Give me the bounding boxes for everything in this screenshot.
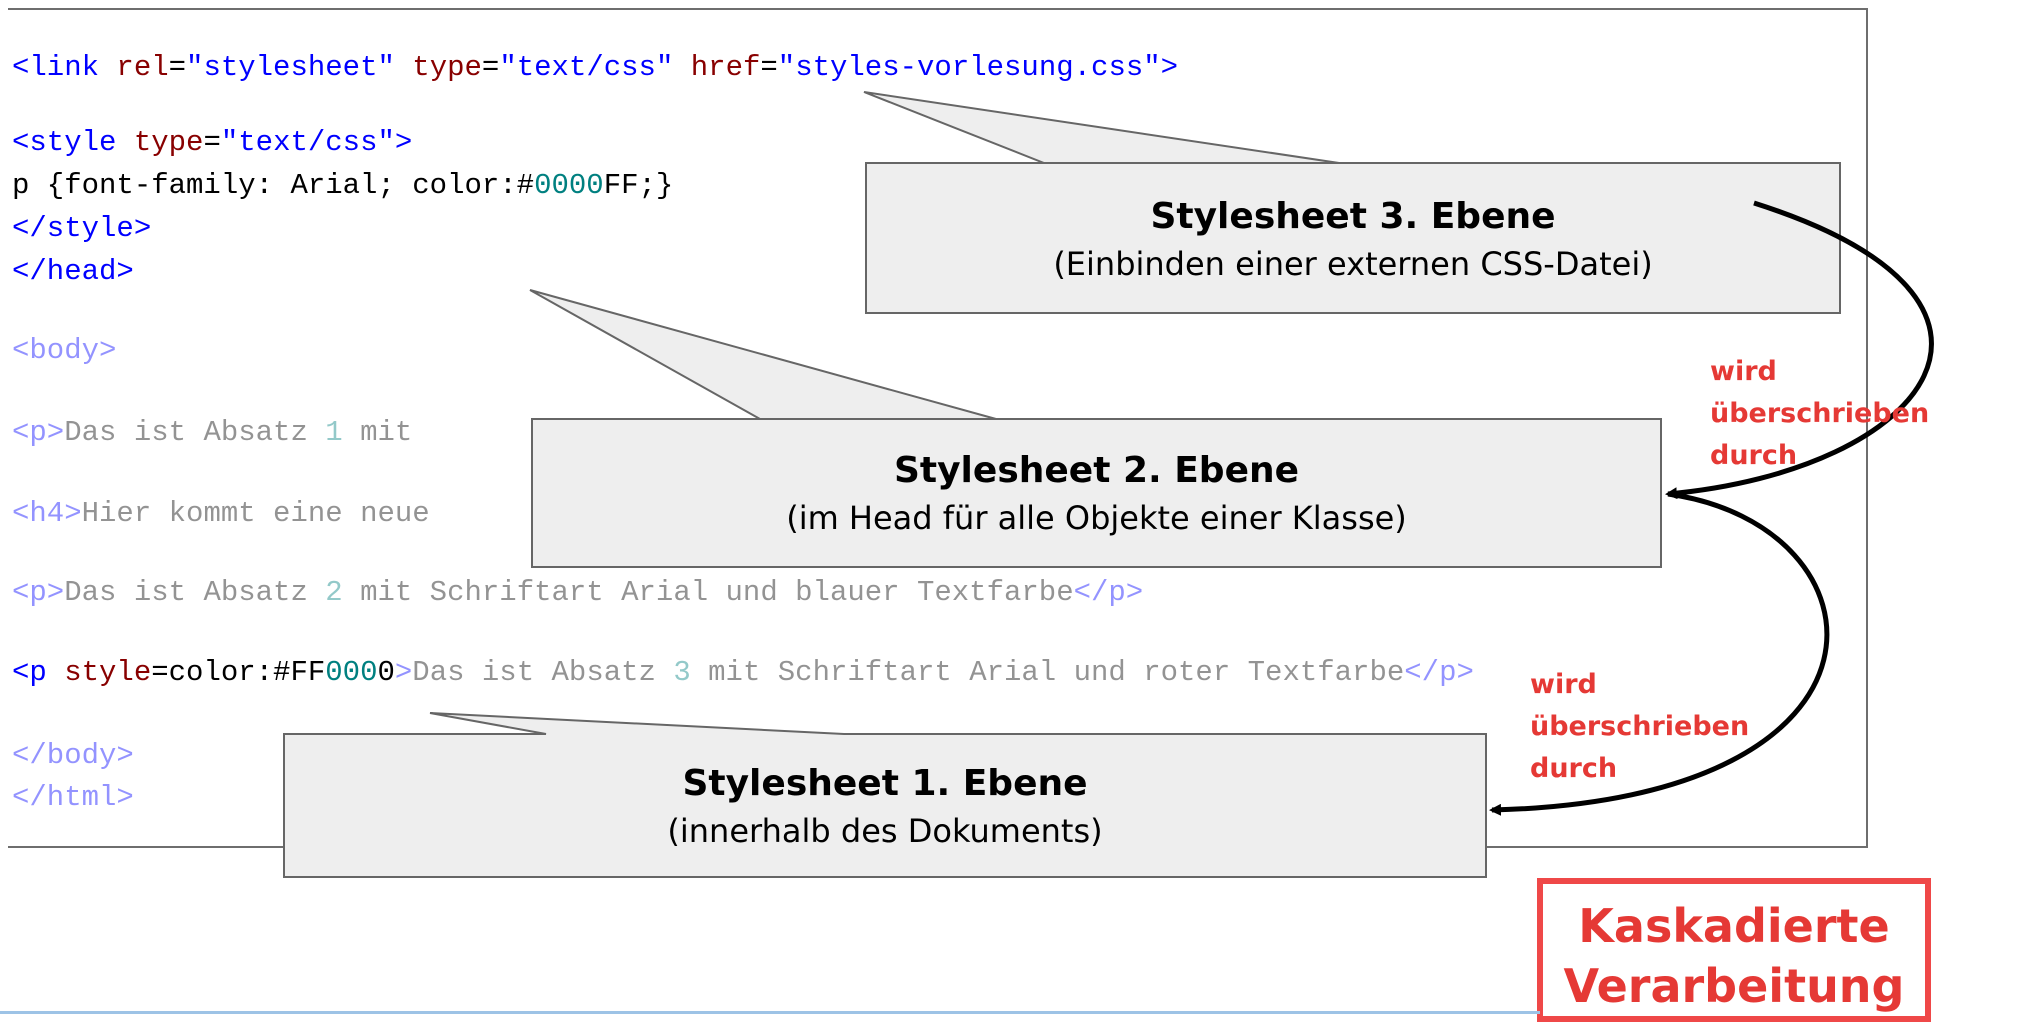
code-line: </html> bbox=[12, 780, 134, 816]
code-token: href bbox=[690, 51, 761, 84]
code-token: Hier kommt eine neue bbox=[81, 497, 430, 530]
upper-label-line: wird bbox=[1710, 356, 1777, 387]
upper-label-line: überschrieben bbox=[1710, 398, 1930, 429]
code-line: <h4>Hier kommt eine neue bbox=[12, 496, 430, 532]
code-token: = bbox=[760, 51, 778, 84]
code-token: <p bbox=[12, 656, 65, 689]
code-token: <h4> bbox=[12, 497, 82, 530]
code-line: p {font-family: Arial; color:#0000FF;} bbox=[12, 168, 673, 204]
code-token: type bbox=[133, 126, 204, 159]
code-token: </p> bbox=[1073, 576, 1144, 609]
code-token: mit Schriftart Arial und blauer Textfarb… bbox=[342, 576, 1074, 609]
code-line: </style> bbox=[12, 211, 151, 247]
code-token: <style bbox=[12, 126, 134, 159]
code-token: Das ist Absatz bbox=[64, 576, 326, 609]
code-token: = bbox=[203, 126, 221, 159]
cascade-line2: Verarbeitung bbox=[1563, 959, 1905, 1013]
code-token: 1 bbox=[325, 416, 343, 449]
lower-label-line: wird bbox=[1530, 669, 1597, 700]
code-token: > bbox=[394, 656, 413, 689]
code-token: rel bbox=[116, 51, 169, 84]
code-token: 0000 bbox=[534, 169, 604, 202]
code-token: "styles-vorlesung.css" bbox=[777, 51, 1161, 84]
level3-subtitle: (Einbinden einer externen CSS-Datei) bbox=[1053, 245, 1653, 283]
code-token: Das ist Absatz bbox=[64, 416, 326, 449]
code-token: </p> bbox=[1404, 656, 1474, 689]
code-line: </body> bbox=[12, 738, 134, 774]
code-token: =color:#FF bbox=[151, 656, 326, 689]
level3-text: Stylesheet 3. Ebene (Einbinden einer ext… bbox=[866, 193, 1840, 287]
code-line: <style type="text/css"> bbox=[12, 125, 412, 161]
code-token: > bbox=[394, 126, 413, 159]
code-token: style bbox=[64, 656, 152, 689]
code-token: p {font-family: Arial; color:# bbox=[12, 169, 535, 202]
code-token: 3 bbox=[673, 656, 691, 689]
code-token: 2 bbox=[325, 576, 343, 609]
cascade-box: Kaskadierte Verarbeitung bbox=[1537, 878, 1931, 1022]
code-line: </head> bbox=[12, 254, 134, 290]
code-token: </style> bbox=[12, 212, 152, 245]
level3-title: Stylesheet 3. Ebene bbox=[1150, 196, 1556, 237]
code-line: <p style=color:#FF0000>Das ist Absatz 3 … bbox=[12, 655, 1474, 691]
code-token: mit bbox=[342, 416, 413, 449]
level2-title: Stylesheet 2. Ebene bbox=[893, 450, 1300, 491]
level2-subtitle: (im Head für alle Objekte einer Klasse) bbox=[786, 499, 1407, 537]
level1-title: Stylesheet 1. Ebene bbox=[682, 763, 1088, 804]
upper-label-line: durch bbox=[1710, 440, 1798, 471]
code-token: = bbox=[168, 51, 187, 84]
lower-label-line: überschrieben bbox=[1530, 711, 1750, 742]
lower-arrow-label: wird überschrieben durch bbox=[1530, 664, 1749, 790]
code-token: 000 bbox=[325, 656, 378, 689]
code-token: </body> bbox=[12, 739, 134, 772]
code-token: type bbox=[412, 51, 482, 84]
code-token: "text/css" bbox=[220, 126, 395, 159]
code-line: <p>Das ist Absatz 2 mit Schriftart Arial… bbox=[12, 575, 1143, 611]
code-token: </head> bbox=[12, 255, 134, 288]
level1-text: Stylesheet 1. Ebene (innerhalb des Dokum… bbox=[284, 760, 1486, 854]
code-token: </html> bbox=[12, 781, 134, 814]
level1-subtitle: (innerhalb des Dokuments) bbox=[667, 812, 1103, 850]
code-token: FF;} bbox=[603, 169, 674, 202]
code-line: <p>Das ist Absatz 1 mit bbox=[12, 415, 412, 451]
code-token: "stylesheet" bbox=[186, 51, 413, 84]
level2-text: Stylesheet 2. Ebene (im Head für alle Ob… bbox=[532, 447, 1661, 541]
code-line: <link rel="stylesheet" type="text/css" h… bbox=[12, 50, 1178, 86]
code-token: > bbox=[1160, 51, 1179, 84]
code-token: <p> bbox=[12, 576, 65, 609]
upper-arrow-label: wird überschrieben durch bbox=[1710, 351, 1929, 477]
bottom-rule bbox=[0, 1011, 1540, 1014]
code-token: = bbox=[481, 51, 500, 84]
code-token: "text/css" bbox=[499, 51, 691, 84]
code-line: <body> bbox=[12, 333, 116, 369]
code-token: <body> bbox=[12, 334, 117, 367]
code-token: <link bbox=[12, 51, 117, 84]
lower-label-line: durch bbox=[1530, 753, 1618, 784]
code-token: Das ist Absatz bbox=[412, 656, 674, 689]
code-token: <p> bbox=[12, 416, 65, 449]
cascade-line1: Kaskadierte bbox=[1578, 899, 1890, 953]
code-token: mit Schriftart Arial und roter Textfarbe bbox=[690, 656, 1405, 689]
code-token: 0 bbox=[377, 656, 395, 689]
